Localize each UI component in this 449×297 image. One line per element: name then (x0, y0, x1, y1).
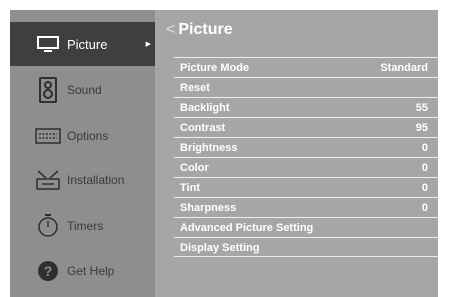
sidebar-item-picture[interactable]: Picture ▶ (10, 22, 155, 66)
sidebar-item-installation[interactable]: Installation (10, 158, 155, 202)
setting-row-brightness[interactable]: Brightness 0 (174, 137, 438, 157)
sidebar-item-timers[interactable]: Timers (10, 204, 155, 248)
setting-label: Backlight (180, 102, 230, 114)
setting-row-tint[interactable]: Tint 0 (174, 177, 438, 197)
setting-label: Reset (180, 82, 210, 94)
page-title-text: Picture (178, 21, 233, 38)
setting-value: 55 (415, 102, 428, 114)
sidebar-item-label: Sound (67, 83, 102, 97)
tv-icon (34, 30, 62, 58)
setting-row-reset[interactable]: Reset (174, 77, 438, 97)
sidebar-item-label: Options (67, 129, 109, 143)
setting-value: 95 (415, 122, 428, 134)
sidebar-item-get-help[interactable]: ? Get Help (10, 249, 155, 293)
sidebar-item-label: Get Help (67, 264, 115, 278)
setting-row-display[interactable]: Display Setting (174, 237, 438, 257)
arrow-right-icon: ▶ (145, 41, 151, 48)
settings-list: Picture Mode Standard Reset Backlight 55… (174, 57, 438, 257)
setting-label: Brightness (180, 142, 238, 154)
sidebar-item-options[interactable]: Options (10, 114, 155, 158)
setting-value: 0 (421, 142, 428, 154)
setting-row-sharpness[interactable]: Sharpness 0 (174, 197, 438, 217)
setting-label: Picture Mode (180, 62, 250, 74)
setting-label: Display Setting (180, 242, 260, 254)
setting-value: Standard (380, 62, 428, 74)
setting-row-contrast[interactable]: Contrast 95 (174, 117, 438, 137)
setting-label: Tint (180, 182, 200, 194)
keyboard-icon (34, 122, 62, 150)
setting-value: 0 (421, 162, 428, 174)
sidebar-item-label: Picture (67, 36, 108, 52)
setting-value: 0 (421, 202, 428, 214)
setting-row-picture-mode[interactable]: Picture Mode Standard (174, 57, 438, 77)
back-arrow-icon[interactable]: < (166, 21, 175, 38)
setting-value: 0 (421, 182, 428, 194)
setting-row-advanced-picture[interactable]: Advanced Picture Setting (174, 217, 438, 237)
svg-text:?: ? (44, 263, 53, 279)
sidebar-item-label: Timers (67, 219, 104, 233)
sidebar-item-label: Installation (67, 173, 125, 187)
setting-label: Contrast (180, 122, 226, 134)
tv-menu-screen: Picture ▶ Sound Options Installation Tim… (10, 10, 438, 297)
sidebar-item-sound[interactable]: Sound (10, 68, 155, 112)
sidebar: Picture ▶ Sound Options Installation Tim… (10, 10, 155, 297)
speaker-icon (34, 76, 62, 104)
setting-row-color[interactable]: Color 0 (174, 157, 438, 177)
page-title: < Picture (166, 21, 233, 39)
setting-label: Sharpness (180, 202, 237, 214)
setting-label: Advanced Picture Setting (180, 222, 314, 234)
setting-row-backlight[interactable]: Backlight 55 (174, 97, 438, 117)
setting-label: Color (180, 162, 209, 174)
antenna-icon (34, 166, 62, 194)
timer-icon (34, 212, 62, 240)
help-icon: ? (34, 257, 62, 285)
